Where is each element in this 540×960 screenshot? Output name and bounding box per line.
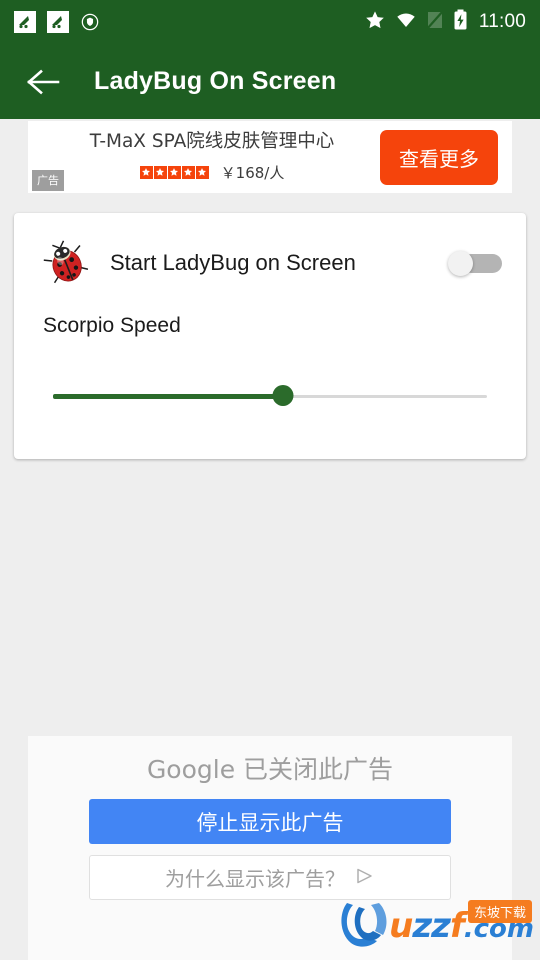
star-icon [139, 165, 153, 179]
bottom-ad-panel: Google 已关闭此广告 停止显示此广告 为什么显示该广告？ [28, 736, 512, 960]
slider-fill [53, 394, 284, 399]
ad-disclosure-label: 广告 [32, 170, 64, 191]
shield-security-icon [80, 12, 100, 32]
wifi-icon [395, 9, 417, 36]
back-button[interactable] [20, 58, 68, 106]
status-bar-left-icons [14, 11, 100, 33]
status-bar-clock: 11:00 [478, 11, 526, 32]
star-icon [181, 165, 195, 179]
status-bar: 11:00 [0, 0, 540, 44]
start-ladybug-label: Start LadyBug on Screen [110, 250, 356, 275]
star-icon [195, 165, 209, 179]
ad-headline: T-MaX SPA院线皮肤管理中心 [89, 131, 335, 153]
star-icon [364, 9, 386, 36]
app-bar: LadyBug On Screen [0, 44, 540, 119]
ad-rating-stars [139, 165, 209, 179]
page-title: LadyBug On Screen [94, 67, 337, 95]
scorpio-speed-slider[interactable] [53, 385, 487, 409]
top-ad-banner[interactable]: T-MaX SPA院线皮肤管理中心 ￥168/人 查看更多 广告 [28, 121, 512, 193]
ad-dismissed-text: 已关闭此广告 [235, 755, 394, 784]
scorpio-speed-label: Scorpio Speed [43, 314, 181, 337]
stop-showing-ad-button[interactable]: 停止显示此广告 [89, 799, 451, 844]
star-icon [153, 165, 167, 179]
google-logo-text: Google [146, 755, 236, 784]
ladybug-icon [43, 240, 89, 286]
star-icon [167, 165, 181, 179]
notification-tile-icon-1 [14, 11, 36, 33]
battery-charging-icon [453, 9, 468, 36]
arrow-left-icon [27, 69, 60, 94]
slider-thumb[interactable] [272, 385, 294, 406]
settings-card: Start LadyBug on Screen Scorpio Speed [14, 213, 526, 459]
adchoices-icon [355, 866, 375, 890]
signal-icon [426, 9, 444, 35]
why-this-ad-label: 为什么显示该广告？ [165, 867, 345, 891]
start-ladybug-toggle[interactable] [448, 251, 502, 276]
ad-cta-button[interactable]: 查看更多 [380, 129, 498, 185]
ad-dismissed-heading: Google 已关闭此广告 [28, 736, 512, 786]
toggle-thumb [448, 251, 473, 276]
why-this-ad-button[interactable]: 为什么显示该广告？ [89, 855, 451, 900]
status-bar-right-icons: 11:00 [364, 9, 526, 36]
ad-price: ￥168/人 [220, 163, 285, 182]
start-ladybug-row[interactable]: Start LadyBug on Screen [14, 213, 526, 313]
notification-tile-icon-2 [47, 11, 69, 33]
